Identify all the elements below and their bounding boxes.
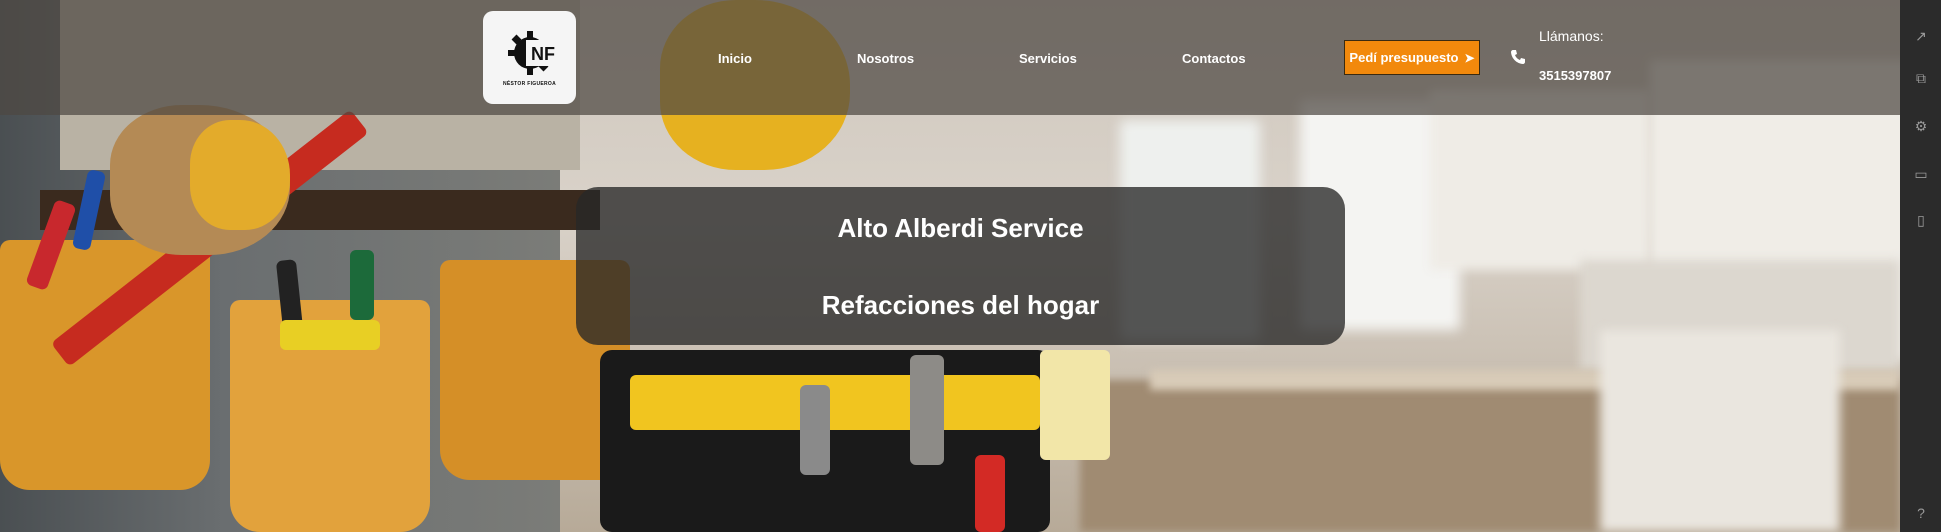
- multimeter: [280, 320, 380, 350]
- tool-handle-gray: [800, 385, 830, 475]
- tool-handle-gray: [910, 355, 944, 465]
- nav-nosotros[interactable]: Nosotros: [857, 51, 914, 66]
- window-icon[interactable]: ▭: [1913, 166, 1929, 182]
- quote-button-label: Pedí presupuesto: [1349, 50, 1459, 65]
- nav-inicio[interactable]: Inicio: [718, 51, 752, 66]
- quote-button[interactable]: Pedí presupuesto ➤: [1344, 40, 1480, 75]
- settings-icon[interactable]: ⚙: [1913, 118, 1929, 134]
- phone-number[interactable]: 3515397807: [1539, 68, 1611, 83]
- expand-icon[interactable]: ↗: [1913, 28, 1929, 44]
- hero-card: Alto Alberdi Service Refacciones del hog…: [576, 187, 1345, 345]
- browser-side-toolbar: ↗ ⧉ ⚙ ▭ ▯ ?: [1900, 0, 1941, 532]
- phone-icon: [1511, 50, 1525, 64]
- site-logo[interactable]: NF NÉSTOR FIGUEROA: [483, 11, 576, 104]
- help-icon[interactable]: ?: [1913, 505, 1929, 521]
- nav-contactos[interactable]: Contactos: [1182, 51, 1246, 66]
- nav-servicios[interactable]: Servicios: [1019, 51, 1077, 66]
- extensions-icon[interactable]: ⧉: [1913, 70, 1929, 86]
- tool-bag-strap: [630, 375, 1040, 430]
- clipboard-icon[interactable]: ▯: [1913, 212, 1929, 228]
- logo-initials: NF: [531, 44, 555, 64]
- arrow-right-icon: ➤: [1464, 50, 1475, 65]
- hero-title: Alto Alberdi Service: [837, 213, 1084, 243]
- glove-left-palm: [190, 120, 290, 230]
- tape-roll: [1040, 350, 1110, 460]
- screwdriver: [350, 250, 374, 320]
- call-label: Llámanos:: [1539, 28, 1604, 44]
- hero-subtitle: Refacciones del hogar: [821, 290, 1100, 320]
- kitchen-cabinet: [1430, 90, 1650, 270]
- tool-handle-red: [975, 455, 1005, 532]
- site-header: NF NÉSTOR FIGUEROA Inicio Nosotros Servi…: [0, 0, 1900, 115]
- logo-subtitle: NÉSTOR FIGUEROA: [502, 81, 557, 87]
- kitchen-cabinet: [1600, 330, 1840, 532]
- gear-icon: NF: [507, 31, 555, 75]
